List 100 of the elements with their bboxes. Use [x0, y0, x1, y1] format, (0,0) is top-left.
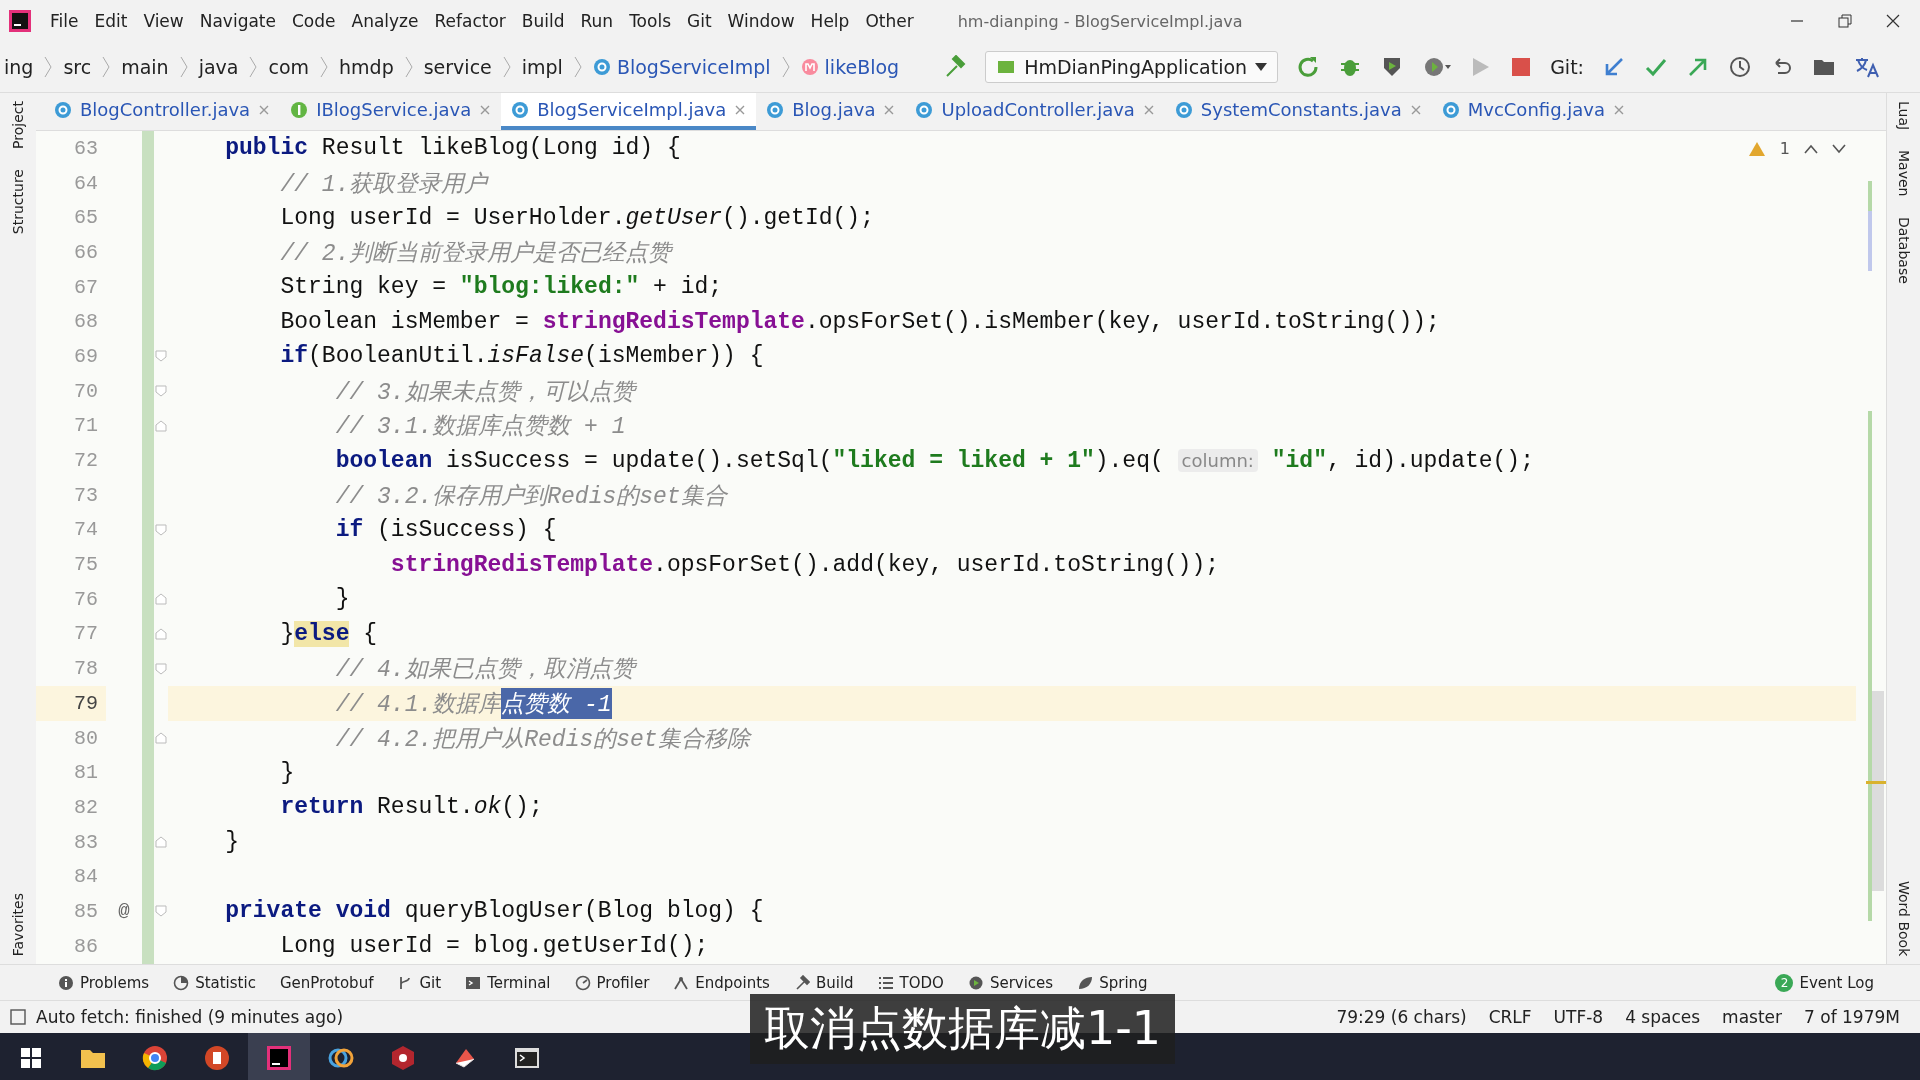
line-number: 70: [74, 379, 98, 403]
editor-tab[interactable]: BlogServiceImpl.java: [501, 93, 757, 130]
menu-item[interactable]: View: [135, 7, 192, 35]
services-icon[interactable]: [967, 974, 984, 991]
editor-tab[interactable]: IBlogService.java: [280, 93, 502, 130]
menu-item[interactable]: Help: [802, 7, 858, 35]
editor-tab[interactable]: MvcConfig.java: [1431, 93, 1635, 130]
terminal-icon[interactable]: [465, 974, 482, 991]
tool-window-button[interactable]: Profiler: [562, 973, 662, 992]
tool-window-button[interactable]: TODO: [865, 973, 956, 992]
app-icon[interactable]: [390, 1045, 416, 1071]
side-tab[interactable]: LuaJ: [1895, 101, 1912, 131]
class-icon: [592, 58, 611, 76]
line-number: 84: [74, 865, 98, 889]
stop-icon[interactable]: [1510, 56, 1533, 78]
code-line: Long userId = UserHolder.getUser().getId();: [279, 203, 874, 233]
browser-icon[interactable]: [142, 1045, 168, 1071]
layout-icon[interactable]: [10, 1009, 26, 1025]
chevron-icon: [572, 56, 583, 78]
profiler-icon[interactable]: [574, 974, 591, 991]
endpoints-icon[interactable]: [673, 974, 690, 991]
side-tab[interactable]: Project: [10, 101, 26, 149]
menu-item[interactable]: Git: [679, 7, 720, 35]
class-icon: [54, 100, 72, 119]
line-number: 72: [74, 449, 98, 473]
windows-icon[interactable]: [20, 1047, 42, 1069]
tool-window-button[interactable]: Spring: [1065, 973, 1160, 992]
list-icon[interactable]: [877, 974, 894, 991]
terminal-app-icon[interactable]: [514, 1046, 540, 1070]
editor-tab[interactable]: BlogController.java: [44, 93, 281, 130]
menu-item[interactable]: Edit: [86, 7, 136, 35]
breadcrumb[interactable]: main: [117, 56, 173, 78]
breadcrumb[interactable]: BlogServiceImpl: [588, 56, 775, 78]
menu-item[interactable]: Navigate: [191, 7, 284, 35]
video-subtitle: 取消点数据库减1-1: [750, 994, 1176, 1064]
status-item[interactable]: UTF-8: [1553, 1007, 1604, 1027]
line-number: 78: [74, 657, 98, 681]
translate-icon[interactable]: [1854, 55, 1880, 79]
chevron-icon: [403, 56, 414, 78]
code-line: if (isSuccess) {: [334, 515, 557, 545]
tool-window-button[interactable]: GenProtobuf: [267, 973, 386, 992]
editor-tab[interactable]: SystemConstants.java: [1164, 93, 1432, 130]
ide-app-icon[interactable]: [266, 1045, 292, 1071]
up-icon[interactable]: [1804, 143, 1818, 154]
menu-item[interactable]: Other: [857, 7, 922, 35]
tool-window-button[interactable]: Terminal: [453, 973, 563, 992]
folder-icon[interactable]: [80, 1047, 106, 1069]
status-item[interactable]: CRLF: [1488, 1007, 1532, 1027]
slides-app-icon[interactable]: [204, 1045, 230, 1071]
menu-item[interactable]: Analyze: [343, 7, 427, 35]
menu-item[interactable]: File: [42, 7, 87, 35]
menu-item[interactable]: Window: [719, 7, 803, 35]
menu-item[interactable]: Tools: [621, 7, 679, 35]
side-tab[interactable]: Database: [1895, 216, 1912, 284]
down-icon[interactable]: [1832, 143, 1846, 154]
editor-tab[interactable]: UploadController.java: [905, 93, 1165, 130]
run-config-dropdown[interactable]: HmDianPingApplication: [985, 51, 1279, 83]
side-tab[interactable]: Maven: [1895, 150, 1912, 197]
breadcrumb[interactable]: impl: [517, 56, 567, 78]
breadcrumb[interactable]: service: [419, 56, 496, 78]
menu-item[interactable]: Code: [284, 7, 344, 35]
tool-window-button[interactable]: Build: [781, 973, 866, 992]
code-line: if(BooleanUtil.isFalse(isMember)) {: [279, 342, 764, 372]
close-icon[interactable]: [1886, 14, 1900, 28]
line-number: 66: [74, 240, 98, 264]
tool-window-button[interactable]: Endpoints: [661, 973, 782, 992]
chart-icon[interactable]: [173, 974, 190, 991]
restore-icon[interactable]: [1838, 14, 1852, 28]
editor-tab[interactable]: Blog.java: [756, 93, 906, 130]
code-line: Boolean isMember = stringRedisTemplate.opsForSet().isMember(key, userId.toString());: [279, 307, 1440, 337]
info-icon[interactable]: [58, 974, 74, 991]
history-icon[interactable]: [1728, 55, 1752, 79]
side-tab[interactable]: Structure: [10, 168, 26, 235]
status-item[interactable]: master: [1722, 1007, 1783, 1027]
menu-item[interactable]: Run: [572, 7, 622, 35]
breadcrumb[interactable]: ing: [0, 56, 38, 78]
tool-window-button[interactable]: Problems: [46, 973, 162, 992]
status-item[interactable]: 7 of 1979M: [1804, 1007, 1900, 1027]
status-item[interactable]: 4 spaces: [1625, 1007, 1701, 1027]
side-tab[interactable]: Favorites: [10, 892, 26, 956]
menu-item[interactable]: Refactor: [426, 7, 514, 35]
code-line: }: [224, 828, 239, 858]
tool-window-button[interactable]: Statistic: [161, 973, 268, 992]
breadcrumb[interactable]: src: [59, 56, 96, 78]
status-item[interactable]: 79:29 (6 chars): [1336, 1007, 1467, 1027]
profiler-icon[interactable]: [1422, 55, 1453, 79]
tool-window-button[interactable]: Git: [385, 973, 454, 992]
breadcrumb[interactable]: hmdp: [335, 56, 398, 78]
breadcrumb[interactable]: com: [264, 56, 314, 78]
breadcrumb[interactable]: java: [194, 56, 243, 78]
leaf-icon[interactable]: [1077, 974, 1094, 991]
annotation-mark: @: [118, 900, 130, 923]
menu-item[interactable]: Build: [513, 7, 573, 35]
interface-icon: [290, 100, 309, 119]
tool-window-button[interactable]: Services: [955, 973, 1066, 992]
side-tab[interactable]: Word Book: [1895, 880, 1912, 956]
warning-count[interactable]: 1: [1779, 139, 1790, 158]
breadcrumb[interactable]: likeBlog: [796, 56, 904, 78]
event-log-button[interactable]: 2 Event Log: [1775, 973, 1874, 992]
chevron-icon: [178, 56, 189, 78]
